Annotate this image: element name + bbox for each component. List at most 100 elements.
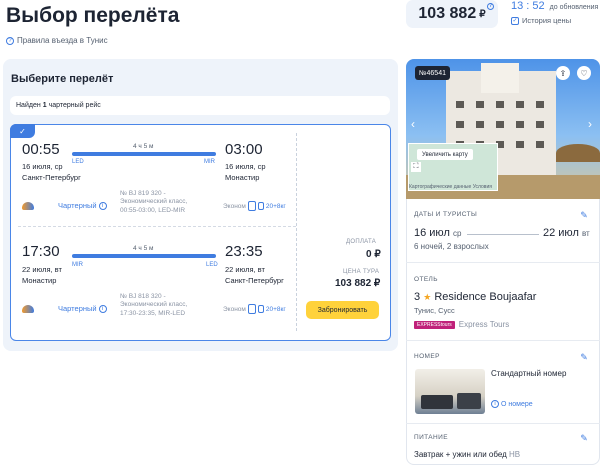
price-history-label: История цены: [522, 16, 572, 25]
return-arrival-time: 23:35: [225, 243, 263, 260]
return-info-line2: Экономический класс,: [120, 301, 188, 309]
hotel-title[interactable]: 3 ★ Residence Boujaafar: [414, 291, 536, 303]
meal-section-label: ПИТАНИЕ: [414, 434, 448, 441]
return-departure-city: Монастир: [22, 276, 57, 285]
return-departure-time: 17:30: [22, 243, 60, 260]
found-suffix: чартерный рейс: [48, 102, 101, 109]
arrow-left-icon[interactable]: ‹: [411, 117, 415, 131]
hotel-name: Residence Boujaafar: [434, 291, 537, 303]
outbound-flight-info: № BJ 819 320 - Экономический класс, 00:5…: [120, 190, 187, 215]
found-prefix: Найден: [16, 102, 41, 109]
total-price-value: 103 882: [418, 5, 477, 22]
return-arrival-city: Санкт-Петербург: [225, 276, 284, 285]
arrow-right-icon[interactable]: ›: [588, 117, 592, 131]
edit-icon[interactable]: ✎: [579, 210, 589, 220]
return-info-line3: 17:30-23:35, MIR-LED: [120, 309, 186, 317]
outbound-class-label: Эконом: [223, 202, 246, 210]
hotel-stars-count: 3: [414, 291, 421, 303]
divider: [406, 262, 600, 263]
book-button[interactable]: Забронировать: [306, 301, 379, 319]
outbound-departure-city: Санкт-Петербург: [22, 173, 81, 182]
info-icon[interactable]: i: [98, 201, 107, 210]
divider: [296, 133, 297, 331]
outbound-info-line3: 00:55-03:00, LED-MIR: [120, 206, 186, 214]
divider: [18, 226, 296, 227]
outbound-arrival-code: MIR: [204, 159, 215, 165]
map-caption: Картографические данные Условия: [409, 184, 492, 190]
room-name: Стандартный номер: [491, 369, 567, 378]
entry-rules-link[interactable]: ? Правила въезда в Тунис: [6, 36, 108, 45]
airline-logo-icon: [22, 201, 34, 210]
refresh-timer: 13 : 52 до обновления: [511, 0, 598, 12]
return-departure-date: 22 июля, вт: [22, 265, 62, 274]
checkbox-icon[interactable]: ✓: [511, 16, 519, 25]
edit-icon[interactable]: ✎: [579, 352, 589, 362]
entry-rules-label: Правила въезда в Тунис: [17, 36, 108, 45]
share-icon[interactable]: ⇪: [556, 66, 570, 80]
star-icon: ★: [423, 292, 432, 302]
currency-sign: ₽: [479, 8, 486, 20]
hotel-location: Тунис, Сусс: [414, 306, 455, 315]
return-departure-code: MIR: [72, 262, 83, 268]
date-to-day: вт: [581, 229, 590, 238]
outbound-arrival-date: 16 июля, ср: [225, 162, 266, 171]
airline-logo-icon: [22, 304, 34, 313]
date-to-value: 22 июл: [543, 227, 579, 239]
divider: [406, 340, 600, 341]
outbound-airline[interactable]: Чартерный i: [22, 201, 107, 210]
info-icon[interactable]: i: [98, 304, 107, 313]
question-icon: ?: [6, 36, 14, 45]
outbound-bag-count: 20+8кг: [265, 202, 286, 210]
room-section-label: НОМЕР: [414, 353, 440, 360]
edit-icon[interactable]: ✎: [579, 433, 589, 443]
page-title: Выбор перелёта: [6, 4, 180, 27]
outbound-departure-code: LED: [72, 159, 84, 165]
fullscreen-icon[interactable]: ⛶: [411, 162, 421, 172]
baggage-icon: [247, 304, 256, 314]
outbound-charter-label: Чартерный: [58, 201, 97, 210]
return-duration: 4 ч 5 м: [133, 245, 154, 252]
meal-code: HB: [509, 450, 521, 459]
meal-plan: Завтрак + ужин или обед HB: [414, 450, 520, 459]
surcharge-label: ДОПЛАТА: [346, 239, 377, 245]
baggage-icon: [257, 202, 264, 210]
date-to: 22 июл вт: [543, 227, 590, 239]
hotel-id-tag: №46541: [415, 66, 450, 80]
room-photo[interactable]: [415, 369, 485, 414]
enlarge-map-button[interactable]: Увеличить карту: [417, 149, 473, 160]
outbound-arrival-time: 03:00: [225, 141, 263, 158]
date-from: 16 июл ср: [414, 227, 461, 239]
divider: [406, 423, 600, 424]
return-arrival-date: 22 июля, вт: [225, 265, 265, 274]
price-history-toggle[interactable]: ✓ История цены: [511, 16, 571, 25]
outbound-departure-date: 16 июля, ср: [22, 162, 63, 171]
outbound-duration: 4 ч 5 м: [133, 143, 154, 150]
room-info-link[interactable]: i О номере: [491, 400, 533, 408]
total-price-box: 103 882 ₽ ?: [406, 0, 498, 28]
found-flights-bar: Найден 1 чартерный рейс: [10, 96, 390, 115]
check-icon: ✓: [10, 124, 35, 138]
surcharge-value: 0 ₽: [366, 249, 381, 260]
room-bed: [457, 393, 481, 409]
baggage-icon: [247, 201, 256, 211]
outbound-baggage: Эконом 20+8кг: [223, 201, 286, 211]
timer-value: 13 : 52: [511, 0, 545, 12]
tour-price-value: 103 882 ₽: [335, 278, 381, 289]
photo-tower: [481, 63, 519, 93]
operator-name: Express Tours: [458, 320, 510, 329]
outbound-arrival-city: Монастир: [225, 173, 260, 182]
return-airline[interactable]: Чартерный i: [22, 304, 107, 313]
date-from-value: 16 июл: [414, 227, 450, 239]
question-icon[interactable]: ?: [487, 3, 494, 10]
timer-caption: до обновления: [549, 4, 599, 11]
outbound-departure-time: 00:55: [22, 141, 60, 158]
return-baggage: Эконом 20+8кг: [223, 304, 286, 314]
room-bed: [421, 395, 453, 409]
date-from-day: ср: [452, 229, 462, 238]
return-route-line: [72, 254, 216, 258]
tour-operator: EXPRESStours Express Tours: [414, 320, 509, 329]
baggage-icon: [257, 305, 264, 313]
operator-logo: EXPRESStours: [414, 320, 455, 329]
dates-section-label: ДАТЫ И ТУРИСТЫ: [414, 211, 478, 218]
heart-icon[interactable]: ♡: [577, 66, 591, 80]
